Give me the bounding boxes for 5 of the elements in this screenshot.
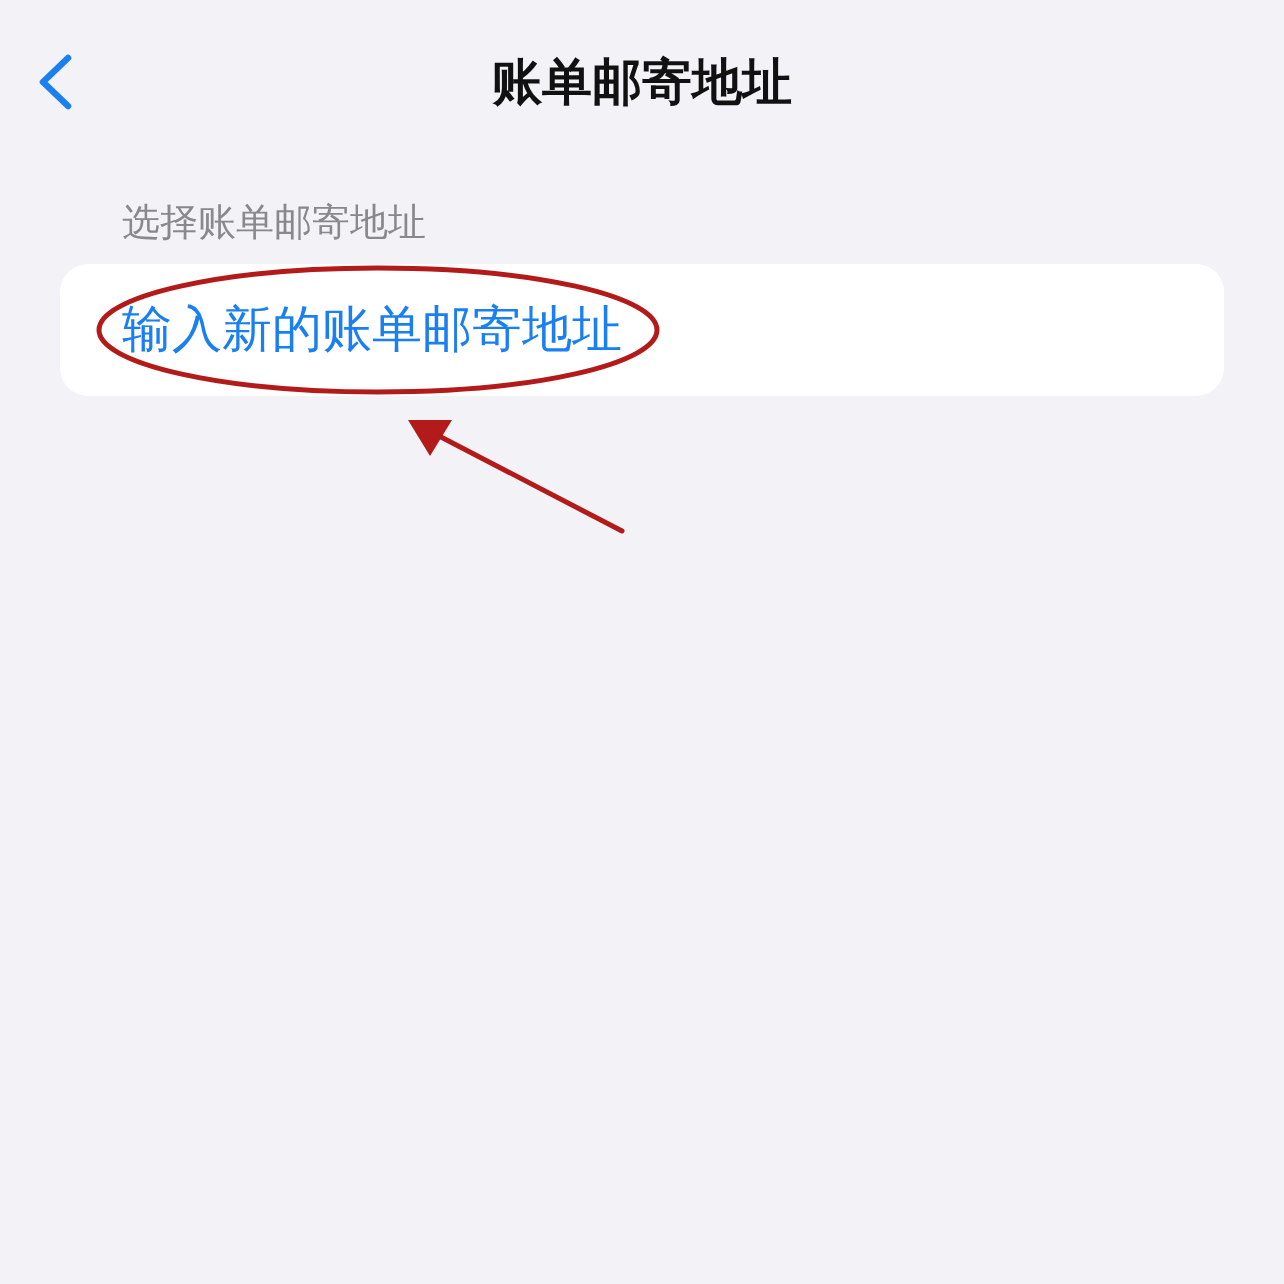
- section-header: 选择账单邮寄地址: [122, 202, 426, 244]
- chevron-left-icon: [38, 54, 72, 110]
- page-title: 账单邮寄地址: [492, 54, 792, 110]
- new-address-link[interactable]: 输入新的账单邮寄地址: [122, 302, 622, 358]
- back-button[interactable]: [38, 54, 72, 110]
